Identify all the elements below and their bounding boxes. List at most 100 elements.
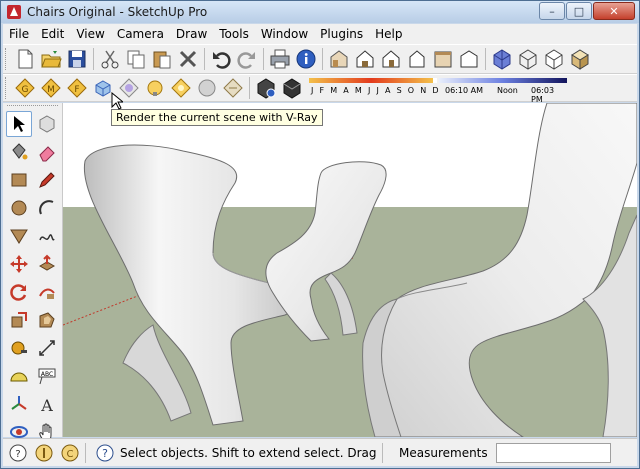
rotate-tool-button[interactable]	[6, 279, 32, 305]
toolbar-grip[interactable]	[7, 105, 58, 109]
vray-sphere-light-button[interactable]	[143, 76, 167, 100]
vray-material-editor-button[interactable]: M	[39, 76, 63, 100]
cut-button[interactable]	[98, 47, 122, 71]
toolbar-separator	[322, 48, 323, 70]
push-pull-tool-button[interactable]	[34, 251, 60, 277]
xray-button[interactable]	[490, 47, 514, 71]
rectangle-tool-button[interactable]	[6, 167, 32, 193]
svg-text:C: C	[67, 449, 74, 460]
scene-canvas[interactable]	[63, 103, 637, 437]
svg-text:G: G	[22, 85, 29, 95]
title-bar[interactable]: Chairs Original - SketchUp Pro – □ ✕	[1, 1, 639, 23]
shadow-date-time-slider[interactable]: J F M A M J J A S O N D 06:10 AM Noon 06…	[309, 76, 567, 104]
eraser-button[interactable]	[34, 139, 60, 165]
maximize-button[interactable]: □	[566, 2, 592, 20]
save-button[interactable]	[65, 47, 89, 71]
geo-location-button[interactable]: ?	[7, 442, 29, 464]
undo-button[interactable]	[209, 47, 233, 71]
menu-tools[interactable]: Tools	[213, 27, 255, 41]
window-title: Chairs Original - SketchUp Pro	[27, 5, 208, 19]
paste-button[interactable]	[150, 47, 174, 71]
push-pull-icon	[38, 254, 56, 271]
vray-infinite-plane-button[interactable]	[254, 76, 278, 100]
iso-view-button[interactable]	[327, 47, 351, 71]
offset-icon	[39, 312, 55, 328]
print-button[interactable]	[268, 47, 292, 71]
toolbar-separator	[249, 77, 250, 99]
line-tool-button[interactable]	[34, 167, 60, 193]
toolbar-grip[interactable]	[5, 48, 9, 70]
polygon-tool-button[interactable]	[6, 223, 32, 249]
wireframe-button[interactable]	[516, 47, 540, 71]
vray-options-button[interactable]: G	[13, 76, 37, 100]
top-view-button[interactable]	[353, 47, 377, 71]
3d-viewport[interactable]	[63, 103, 637, 437]
open-file-button[interactable]	[39, 47, 63, 71]
vray-frame-buffer-button[interactable]: F	[65, 76, 89, 100]
move-tool-button[interactable]	[6, 251, 32, 277]
back-view-icon	[434, 51, 452, 68]
credits-icon	[35, 444, 53, 461]
menu-help[interactable]: Help	[369, 27, 408, 41]
text-tool-button[interactable]: ABC	[34, 363, 60, 389]
instructor-button[interactable]: ?	[94, 442, 116, 464]
left-view-icon	[460, 50, 478, 68]
shadow-slider-track[interactable]	[309, 78, 567, 83]
menu-edit[interactable]: Edit	[35, 27, 70, 41]
svg-text:M: M	[47, 85, 55, 95]
redo-button[interactable]	[235, 47, 259, 71]
menu-draw[interactable]: Draw	[170, 27, 213, 41]
hidden-line-icon	[545, 49, 563, 70]
shadow-settings-button[interactable]	[280, 76, 304, 100]
svg-text:?: ?	[15, 449, 20, 460]
signin-button[interactable]: C	[59, 442, 81, 464]
minimize-button[interactable]: –	[539, 2, 565, 20]
xray-icon	[493, 49, 511, 70]
back-view-button[interactable]	[431, 47, 455, 71]
svg-text:?: ?	[102, 447, 108, 460]
large-tool-set: ABC A	[3, 103, 63, 441]
model-info-button[interactable]	[294, 47, 318, 71]
circle-tool-button[interactable]	[6, 195, 32, 221]
shaded-button[interactable]	[568, 47, 592, 71]
paint-bucket-button[interactable]	[6, 139, 32, 165]
vray-omni-light-button[interactable]	[169, 76, 193, 100]
protractor-tool-button[interactable]	[6, 363, 32, 389]
follow-me-tool-button[interactable]	[34, 279, 60, 305]
menu-file[interactable]: File	[3, 27, 35, 41]
paste-icon	[153, 51, 171, 69]
dimension-tool-button[interactable]	[34, 335, 60, 361]
new-file-button[interactable]	[13, 47, 37, 71]
measurements-input[interactable]	[495, 442, 611, 463]
open-file-icon	[41, 51, 62, 68]
menu-bar: File Edit View Camera Draw Tools Window …	[3, 24, 637, 44]
hidden-line-button[interactable]	[542, 47, 566, 71]
menu-plugins[interactable]: Plugins	[314, 27, 369, 41]
vray-ies-light-button[interactable]	[221, 76, 245, 100]
credits-button[interactable]	[33, 442, 55, 464]
make-component-button[interactable]	[34, 111, 60, 137]
freehand-tool-button[interactable]	[34, 223, 60, 249]
3d-text-tool-button[interactable]: A	[34, 391, 60, 417]
menu-view[interactable]: View	[70, 27, 110, 41]
menu-camera[interactable]: Camera	[111, 27, 170, 41]
select-tool-button[interactable]	[6, 111, 32, 137]
undo-icon	[213, 52, 231, 69]
close-button[interactable]: ✕	[593, 2, 635, 20]
vray-dome-light-button[interactable]	[195, 76, 219, 100]
left-view-button[interactable]	[457, 47, 481, 71]
offset-tool-button[interactable]	[34, 307, 60, 333]
arc-tool-button[interactable]	[34, 195, 60, 221]
axes-tool-button[interactable]	[6, 391, 32, 417]
toolbar-grip[interactable]	[5, 77, 9, 99]
status-separator	[382, 442, 383, 463]
shadow-months-scale: J F M A M J J A S O N D	[311, 86, 441, 95]
menu-window[interactable]: Window	[255, 27, 314, 41]
front-view-button[interactable]	[379, 47, 403, 71]
tape-measure-tool-button[interactable]	[6, 335, 32, 361]
move-icon	[10, 255, 28, 273]
erase-button[interactable]	[176, 47, 200, 71]
scale-tool-button[interactable]	[6, 307, 32, 333]
right-view-button[interactable]	[405, 47, 429, 71]
copy-button[interactable]	[124, 47, 148, 71]
